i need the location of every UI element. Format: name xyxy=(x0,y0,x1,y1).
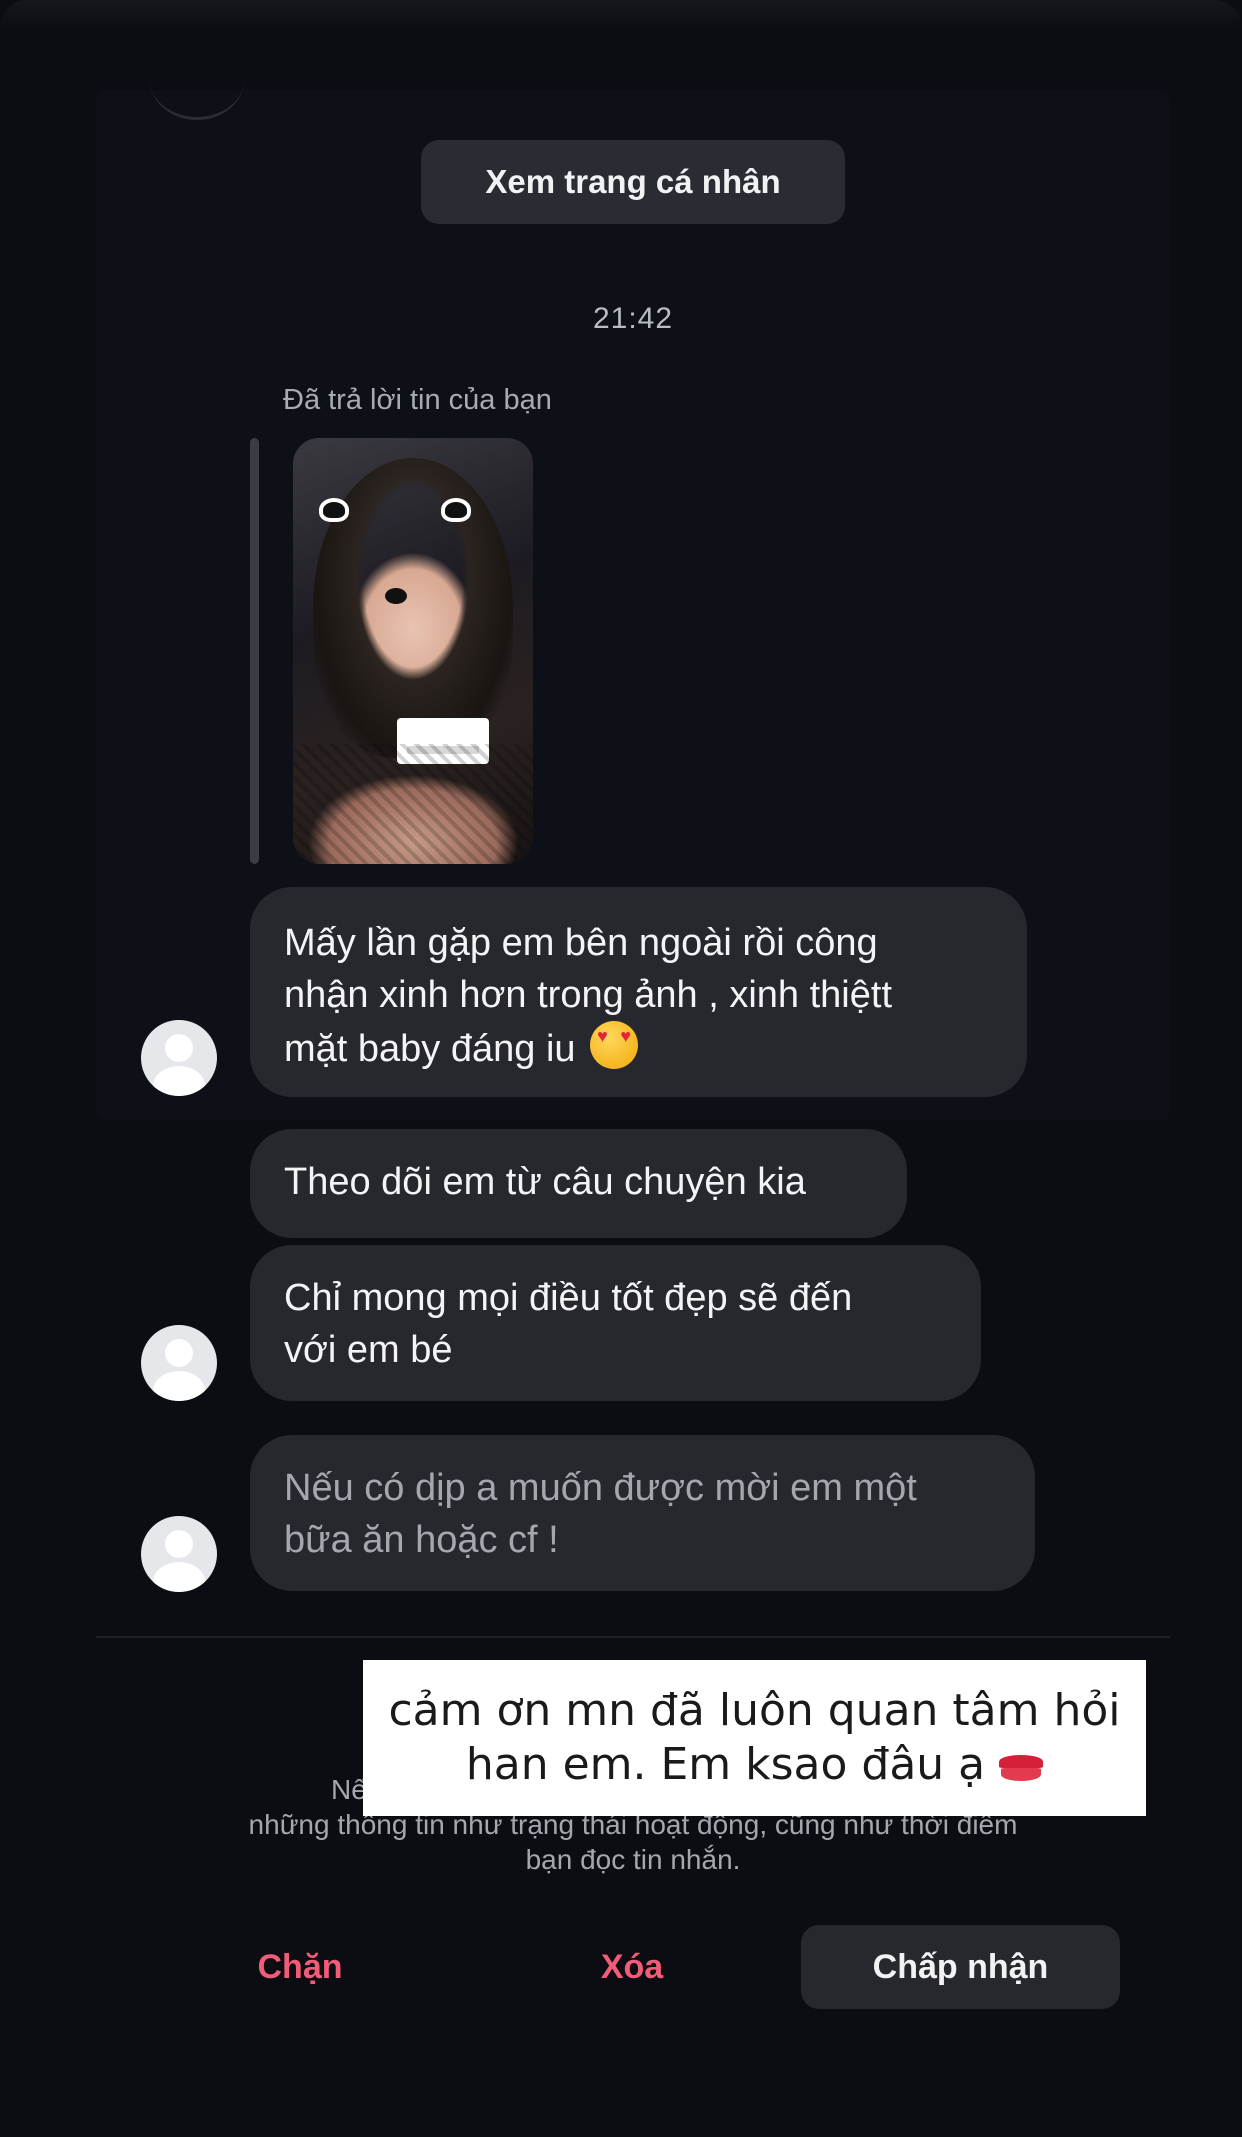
filter-ear-left xyxy=(319,498,349,522)
header-avatar[interactable] xyxy=(150,40,244,120)
request-description-line: bạn đọc tin nhắn. xyxy=(525,1844,741,1875)
caption-line: han em. Em ksao đâu ạ xyxy=(363,1738,1146,1792)
message-line: Theo dõi em từ câu chuyện kia xyxy=(284,1161,806,1203)
message-bubble[interactable]: Nếu có dịp a muốn được mời em một bữa ăn… xyxy=(250,1435,1035,1591)
reply-indicator-bar xyxy=(250,438,259,864)
delete-button[interactable]: Xóa xyxy=(512,1925,752,2009)
sender-avatar[interactable] xyxy=(141,1516,217,1592)
section-divider xyxy=(96,1636,1170,1638)
message-line: mặt baby đáng iu xyxy=(284,1021,995,1075)
message-line: Mấy lần gặp em bên ngoài rồi công xyxy=(284,922,878,964)
heart-eyes-emoji-icon xyxy=(590,1021,639,1069)
sender-avatar[interactable] xyxy=(141,1020,217,1096)
message-bubble[interactable]: Mấy lần gặp em bên ngoài rồi công nhận x… xyxy=(250,887,1027,1097)
message-line: Nếu có dịp a muốn được mời em một xyxy=(284,1467,917,1509)
block-button[interactable]: Chặn xyxy=(180,1925,420,2009)
chat-screen: Xem trang cá nhân 21:42 Đã trả lời tin c… xyxy=(0,0,1242,2137)
caption-line: cảm ơn mn đã luôn quan tâm hỏi xyxy=(388,1685,1121,1736)
accept-button[interactable]: Chấp nhận xyxy=(801,1925,1120,2009)
kiss-mark-emoji-icon xyxy=(999,1755,1044,1781)
story-thumbnail-texture xyxy=(293,744,533,864)
message-line: bữa ăn hoặc cf ! xyxy=(284,1519,559,1561)
view-profile-button[interactable]: Xem trang cá nhân xyxy=(421,140,845,224)
message-timestamp: 21:42 xyxy=(592,302,674,335)
message-line: nhận xinh hơn trong ảnh , xinh thiệtt xyxy=(284,974,892,1016)
message-line: Chỉ mong mọi điều tốt đẹp sẽ đến xyxy=(284,1277,853,1319)
story-reply-label: Đã trả lời tin của bạn xyxy=(283,384,552,416)
message-line: với em bé xyxy=(284,1329,453,1371)
message-bubble[interactable]: Chỉ mong mọi điều tốt đẹp sẽ đến với em … xyxy=(250,1245,981,1401)
message-line-text: mặt baby đáng iu xyxy=(284,1028,576,1070)
sender-avatar[interactable] xyxy=(141,1325,217,1401)
message-bubble[interactable]: Theo dõi em từ câu chuyện kia xyxy=(250,1129,907,1238)
filter-nose xyxy=(385,588,407,604)
story-thumbnail[interactable] xyxy=(293,438,533,864)
overlay-caption: cảm ơn mn đã luôn quan tâm hỏi han em. E… xyxy=(363,1660,1146,1816)
caption-line-text: han em. Em ksao đâu ạ xyxy=(465,1739,986,1790)
filter-ear-right xyxy=(441,498,471,522)
top-shade xyxy=(0,0,1242,30)
